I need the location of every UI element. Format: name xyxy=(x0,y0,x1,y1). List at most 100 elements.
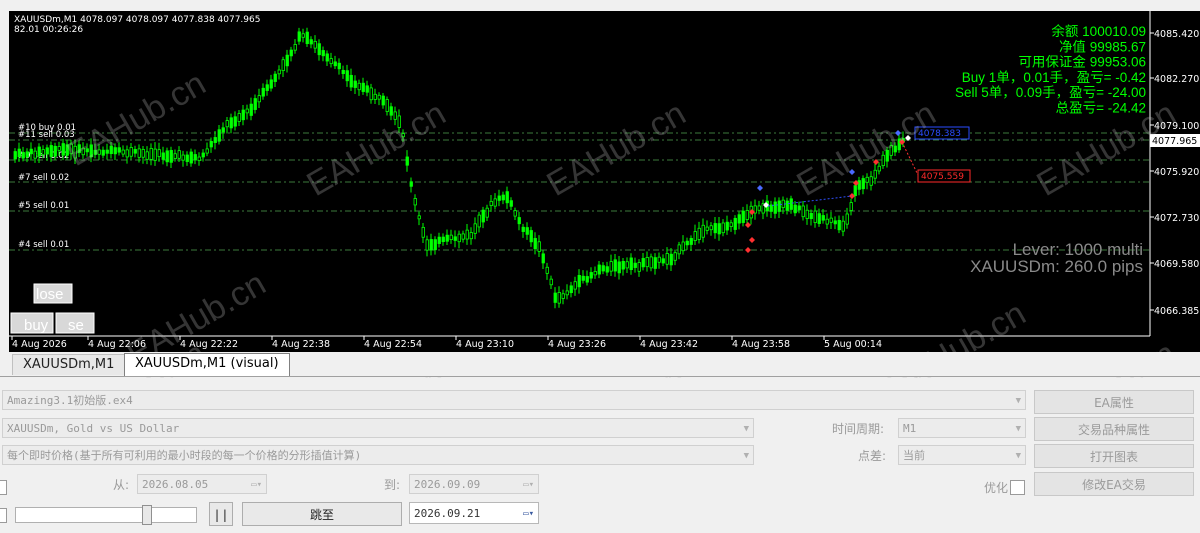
candle-body xyxy=(85,148,89,153)
tab-chart[interactable]: XAUUSDm,M1 xyxy=(12,354,126,375)
candle-body xyxy=(477,214,481,228)
candle-body xyxy=(881,154,885,167)
expert-value: Amazing3.1初始版.ex4 xyxy=(7,394,133,407)
candle-body xyxy=(685,240,689,246)
candle-body xyxy=(877,165,881,172)
candle-body xyxy=(133,149,137,154)
candle-body xyxy=(97,149,101,155)
skip-checkbox[interactable] xyxy=(0,508,7,523)
candle-body xyxy=(545,266,549,274)
tab-chart-visual[interactable]: XAUUSDm,M1 (visual) xyxy=(124,353,290,376)
optimize-label: 优化 xyxy=(984,481,1009,495)
candle-body xyxy=(713,223,717,234)
candle-body xyxy=(185,154,189,162)
candle-body xyxy=(833,220,837,225)
pause-button[interactable]: | | xyxy=(209,502,233,526)
candle-body xyxy=(417,215,421,220)
symbol-properties-button[interactable]: 交易品种属性 xyxy=(1034,417,1194,441)
candle-body xyxy=(821,215,825,221)
candle-body xyxy=(457,233,461,243)
chart-tabs: XAUUSDm,M1 XAUUSDm,M1 (visual) xyxy=(0,352,1200,377)
skip-to-button[interactable]: 跳至 xyxy=(242,502,402,526)
price-chart[interactable]: #10 buy 0.01#11 sell 0.03#9 sell 0.02#7 … xyxy=(0,0,1200,352)
candle-body xyxy=(797,205,801,211)
candle-body xyxy=(849,202,853,211)
candle-body xyxy=(145,151,149,160)
candle-body xyxy=(129,147,133,157)
candle-body xyxy=(501,194,505,201)
candle-body xyxy=(597,264,601,275)
candle-body xyxy=(857,180,861,190)
account-info-line: 余额 100010.09 xyxy=(1051,23,1146,39)
symbol-select[interactable]: XAUUSDm, Gold vs US Dollar ▼ xyxy=(2,418,754,438)
sell-button[interactable]: se xyxy=(55,312,95,334)
skip-date-value: 2026.09.21 xyxy=(414,507,481,520)
candle-body xyxy=(869,176,873,186)
candle-body xyxy=(401,133,405,138)
candle-body xyxy=(461,233,465,240)
from-date-value: 2026.08.05 xyxy=(142,478,209,491)
time-tick-label: 4 Aug 22:54 xyxy=(364,339,422,350)
close-button[interactable]: lose xyxy=(33,283,73,304)
candle-body xyxy=(665,253,669,265)
candle-body xyxy=(609,261,613,272)
spread-select[interactable]: 当前 ▼ xyxy=(898,445,1026,465)
candle-body xyxy=(841,220,845,232)
spread-label: 点差: xyxy=(858,449,887,463)
candle-body xyxy=(77,144,81,154)
open-chart-button[interactable]: 打开图表 xyxy=(1034,444,1194,468)
candle-body xyxy=(197,156,201,161)
candle-body xyxy=(717,223,721,235)
candle-body xyxy=(585,276,589,283)
expert-select[interactable]: Amazing3.1初始版.ex4 ▼ xyxy=(2,390,1026,410)
candle-body xyxy=(89,144,93,158)
candle-body xyxy=(25,151,29,158)
time-tick-label: 4 Aug 23:58 xyxy=(732,339,790,350)
modify-ea-button[interactable]: 修改EA交易 xyxy=(1034,472,1194,496)
candle-body xyxy=(645,257,649,268)
candle-body xyxy=(493,198,497,207)
from-date-field[interactable]: 2026.08.05 ▭▾ xyxy=(137,474,267,494)
candle-body xyxy=(153,148,157,161)
candle-body xyxy=(617,261,621,274)
candle-body xyxy=(225,120,229,128)
model-value: 每个即时价格(基于所有可利用的最小时段的每一个价格的分形插值计算) xyxy=(7,449,362,462)
candle-body xyxy=(205,148,209,154)
candle-body xyxy=(109,145,113,154)
candle-body xyxy=(517,217,521,225)
optimize-checkbox[interactable] xyxy=(1010,480,1025,495)
price-tick-label: 4072.730 xyxy=(1154,213,1199,224)
candle-body xyxy=(325,53,329,62)
candle-body xyxy=(249,103,253,116)
candle-body xyxy=(121,149,125,155)
candle-body xyxy=(625,261,629,269)
speed-slider-thumb[interactable] xyxy=(142,505,152,525)
candle-body xyxy=(433,239,437,251)
model-select[interactable]: 每个即时价格(基于所有可利用的最小时段的每一个价格的分形插值计算) ▼ xyxy=(2,445,754,465)
candle-body xyxy=(165,150,169,163)
candle-body xyxy=(293,44,297,51)
visual-mode-checkbox[interactable] xyxy=(0,480,7,495)
candle-body xyxy=(357,82,361,91)
candle-body xyxy=(529,230,533,243)
order-line-label: #5 sell 0.01 xyxy=(18,201,69,211)
to-date-field[interactable]: 2026.09.09 ▭▾ xyxy=(409,474,539,494)
period-select[interactable]: M1 ▼ xyxy=(898,418,1026,438)
candle-body xyxy=(33,150,37,159)
time-tick-label: 4 Aug 23:42 xyxy=(640,339,698,350)
candle-body xyxy=(321,50,325,57)
chart-window[interactable]: #10 buy 0.01 #11 sell 0.03 #9 sell 0.02 #7 … xyxy=(0,0,1200,469)
buy-button[interactable]: buy xyxy=(10,312,54,334)
candle-body xyxy=(253,98,257,110)
chart-subheader: 82.01 00:26:26 xyxy=(14,25,83,35)
skip-date-field[interactable]: 2026.09.21 ▭▾ xyxy=(409,502,539,524)
symbol-value: XAUUSDm, Gold vs US Dollar xyxy=(7,422,180,435)
ea-properties-button[interactable]: EA属性 xyxy=(1034,390,1194,414)
price-tag-blue: 4078.383 xyxy=(914,126,970,140)
candle-body xyxy=(41,149,45,156)
candle-body xyxy=(313,40,317,49)
speed-slider[interactable] xyxy=(15,505,197,525)
candle-body xyxy=(101,149,105,156)
candle-body xyxy=(221,127,225,133)
candle-body xyxy=(381,95,385,106)
